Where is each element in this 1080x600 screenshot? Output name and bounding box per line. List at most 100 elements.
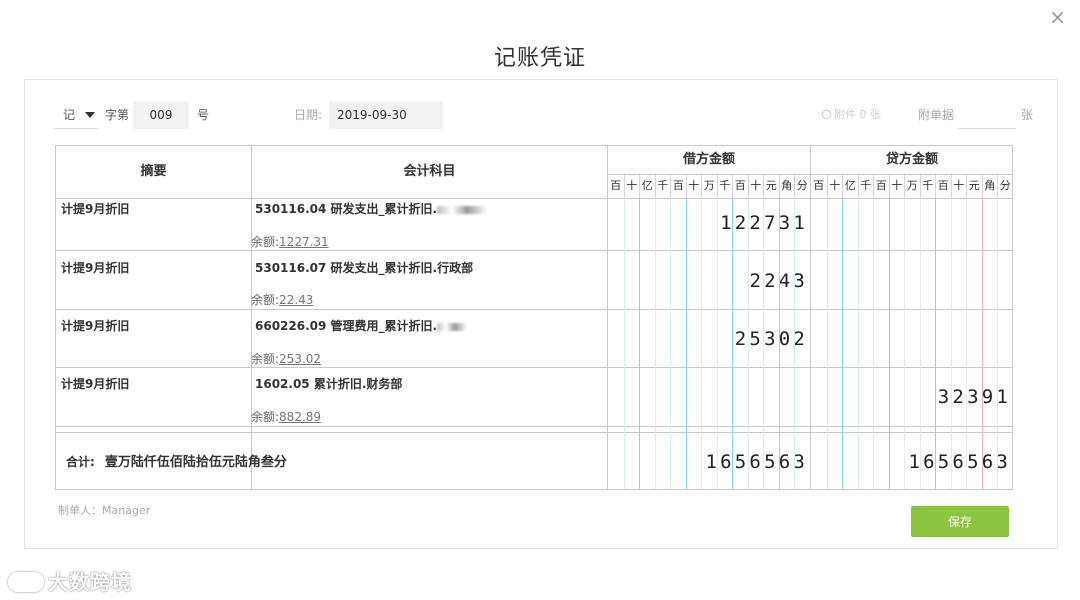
row-summary[interactable]: 计提9月折旧 — [61, 317, 129, 334]
row-subject-text: 660226.09 管理费用_累计折旧. — [255, 319, 438, 333]
save-button[interactable]: 保存 — [911, 506, 1009, 537]
digit-unit-label: 分 — [794, 174, 810, 198]
voucher-header: 记 字第 号 日期: 附件 0 张 附单据 张 — [54, 101, 1033, 129]
digit-column-line — [997, 198, 999, 489]
date-input[interactable] — [329, 101, 443, 129]
voucher-panel: 记 字第 号 日期: 附件 0 张 附单据 张 摘要 会计科目 借方金额 贷方金… — [24, 79, 1058, 549]
digit-column-line — [763, 198, 765, 489]
row-subject-text: 530116.07 研发支出_累计折旧.行政部 — [255, 261, 474, 275]
redacted-mark — [437, 322, 468, 331]
subject-header: 会计科目 — [403, 164, 456, 179]
hao-label: 号 — [197, 108, 210, 122]
attachment-link[interactable]: 附件 0 张 — [820, 101, 881, 129]
balance-label: 余额: — [251, 235, 280, 249]
digit-column-line — [826, 198, 828, 489]
total-credit-amount: 1656563 — [908, 451, 1011, 473]
digit-column-line — [794, 198, 796, 489]
digit-unit-label: 百 — [670, 174, 686, 198]
digit-unit-label: 万 — [701, 174, 717, 198]
voucher-type-value: 记 — [63, 108, 76, 122]
dialog-title: 记账凭证 — [493, 46, 586, 71]
row-credit-amount[interactable]: 32391 — [938, 386, 1011, 408]
balance-value[interactable]: 882.89 — [279, 410, 321, 424]
digit-unit-label: 分 — [997, 174, 1013, 198]
balance-value[interactable]: 1227.31 — [279, 235, 329, 249]
balance-value[interactable]: 253.02 — [279, 352, 321, 366]
divider — [56, 198, 1012, 199]
row-summary[interactable]: 计提9月折旧 — [61, 259, 129, 276]
watermark: 大数跨境 — [8, 566, 132, 595]
digit-unit-label: 千 — [654, 174, 671, 198]
row-subject-text: 530116.04 研发支出_累计折旧. — [255, 202, 438, 216]
row-summary[interactable]: 计提9月折旧 — [61, 200, 129, 217]
digit-unit-label: 百 — [873, 174, 889, 198]
credit-header: 贷方金额 — [885, 152, 938, 167]
attached-docs-input[interactable] — [958, 101, 1016, 129]
divider — [56, 309, 1012, 310]
row-subject[interactable]: 530116.07 研发支出_累计折旧.行政部 — [255, 259, 473, 276]
digit-column-line — [639, 198, 641, 489]
attachment-text: 附件 0 张 — [834, 108, 881, 121]
row-balance: 余额:253.02 — [251, 350, 321, 367]
voucher-type-select[interactable]: 记 — [54, 101, 98, 129]
digit-column-line — [888, 198, 890, 489]
row-subject[interactable]: 530116.04 研发支出_累计折旧. — [255, 200, 488, 217]
digit-column-line — [716, 198, 718, 489]
digit-unit-label: 十 — [747, 174, 764, 198]
row-summary[interactable]: 计提9月折旧 — [61, 375, 129, 392]
digit-unit-label: 角 — [981, 174, 998, 198]
digit-unit-label: 角 — [778, 174, 795, 198]
digit-unit-label: 十 — [888, 174, 905, 198]
zi-label: 字第 — [105, 108, 130, 122]
summary-header: 摘要 — [140, 164, 167, 179]
digit-unit-label: 百 — [935, 174, 951, 198]
digit-column-line — [778, 198, 780, 489]
digit-unit-label: 十 — [950, 174, 967, 198]
digit-column-line — [685, 198, 687, 489]
divider — [56, 432, 1012, 433]
digit-column-line — [623, 198, 625, 489]
divider — [56, 426, 1012, 427]
row-balance: 余额:1227.31 — [251, 233, 329, 250]
balance-label: 余额: — [251, 293, 280, 307]
digit-unit-label: 亿 — [639, 174, 655, 198]
row-balance: 余额:22.43 — [251, 291, 313, 308]
digit-unit-label: 千 — [919, 174, 936, 198]
digit-unit-label: 千 — [716, 174, 733, 198]
total-debit-amount: 1656563 — [705, 451, 808, 473]
date-label: 日期: — [294, 108, 323, 122]
digit-column-line — [981, 198, 983, 489]
balance-value[interactable]: 22.43 — [279, 293, 313, 307]
maker-label: 制单人：Manager — [58, 504, 151, 517]
debit-header: 借方金额 — [682, 152, 735, 167]
digit-unit-label: 十 — [826, 174, 843, 198]
digit-column-line — [747, 198, 749, 489]
digit-unit-label: 千 — [857, 174, 874, 198]
divider — [608, 174, 1012, 175]
digit-unit-label: 百 — [610, 179, 622, 192]
digit-unit-label: 十 — [623, 174, 640, 198]
row-subject[interactable]: 1602.05 累计折旧.财务部 — [255, 375, 402, 392]
digit-column-line — [919, 198, 921, 489]
row-debit-amount[interactable]: 25302 — [735, 328, 808, 350]
voucher-table: 摘要 会计科目 借方金额 贷方金额 百十亿千百十万千百十元角分 百十亿千百十万千… — [55, 145, 1013, 490]
total-amount-words: 壹万陆仟伍佰陆拾伍元陆角叁分 — [104, 455, 287, 470]
digit-column-line — [904, 198, 906, 489]
row-subject[interactable]: 660226.09 管理费用_累计折旧. — [255, 317, 468, 334]
digit-unit-label: 百 — [732, 174, 748, 198]
digit-unit-label: 万 — [904, 174, 920, 198]
watermark-text: 大数跨境 — [48, 570, 132, 594]
close-icon[interactable]: × — [1049, 6, 1066, 28]
digit-column-line — [654, 198, 656, 489]
debit-unit-row: 百十亿千百十万千百十元角分 — [608, 174, 810, 198]
digit-unit-label: 亿 — [842, 174, 858, 198]
digit-column-line — [670, 198, 672, 489]
redacted-mark — [437, 205, 488, 214]
divider — [56, 367, 1012, 368]
voucher-number-input[interactable] — [133, 101, 189, 129]
balance-label: 余额: — [251, 352, 280, 366]
watermark-logo-icon — [8, 572, 44, 592]
credit-unit-row: 百十亿千百十万千百十元角分 — [811, 174, 1013, 198]
digit-unit-label: 元 — [966, 174, 982, 198]
caret-down-icon — [85, 112, 95, 118]
